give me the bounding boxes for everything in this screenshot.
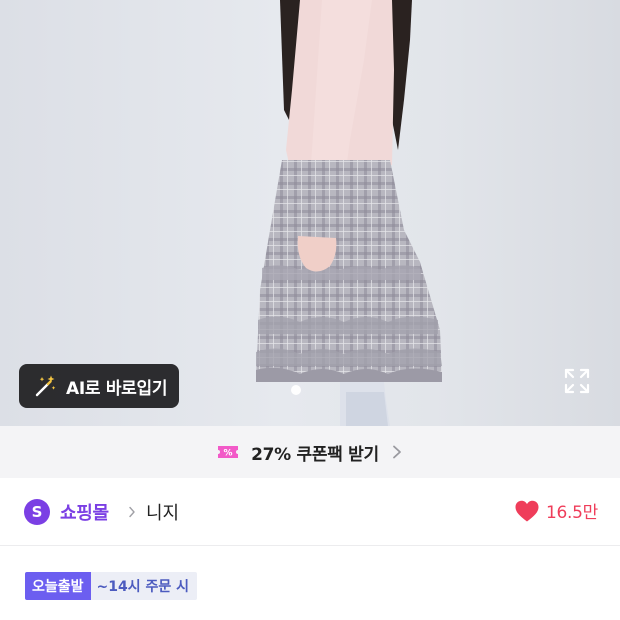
ai-try-on-button[interactable]: AI로 바로입기 [19,364,179,408]
store-name-link[interactable]: 쇼핑몰 [60,499,109,525]
chevron-right-icon [392,445,401,459]
magic-wand-icon [35,375,56,397]
brand-name-link[interactable]: 니지 [146,499,179,525]
product-image[interactable]: AI로 바로입기 [0,0,620,426]
breadcrumb-chevron-icon [129,506,135,518]
like-button[interactable]: 16.5만 [514,498,598,523]
like-count: 16.5만 [546,503,598,523]
svg-text:%: % [224,449,233,459]
delivery-badges: 오늘출발 ~14시 주문 시 [25,572,198,600]
heart-icon [515,500,539,521]
coupon-ticket-icon: % [218,446,239,459]
order-cutoff-badge: ~14시 주문 시 [90,572,198,600]
expand-icon[interactable] [562,366,592,396]
carousel-indicator-dot [291,385,301,395]
ai-try-on-label: AI로 바로입기 [66,378,168,399]
product-photo [256,0,442,426]
coupon-pack-label: 27% 쿠폰팩 받기 [251,444,379,465]
store-info-row: S 쇼핑몰 니지 16.5만 [0,478,620,546]
store-logo-letter: S [31,503,43,521]
same-day-shipping-badge: 오늘출발 [25,572,91,600]
store-logo[interactable]: S [24,499,50,525]
coupon-pack-banner[interactable]: % 27% 쿠폰팩 받기 [0,426,620,478]
